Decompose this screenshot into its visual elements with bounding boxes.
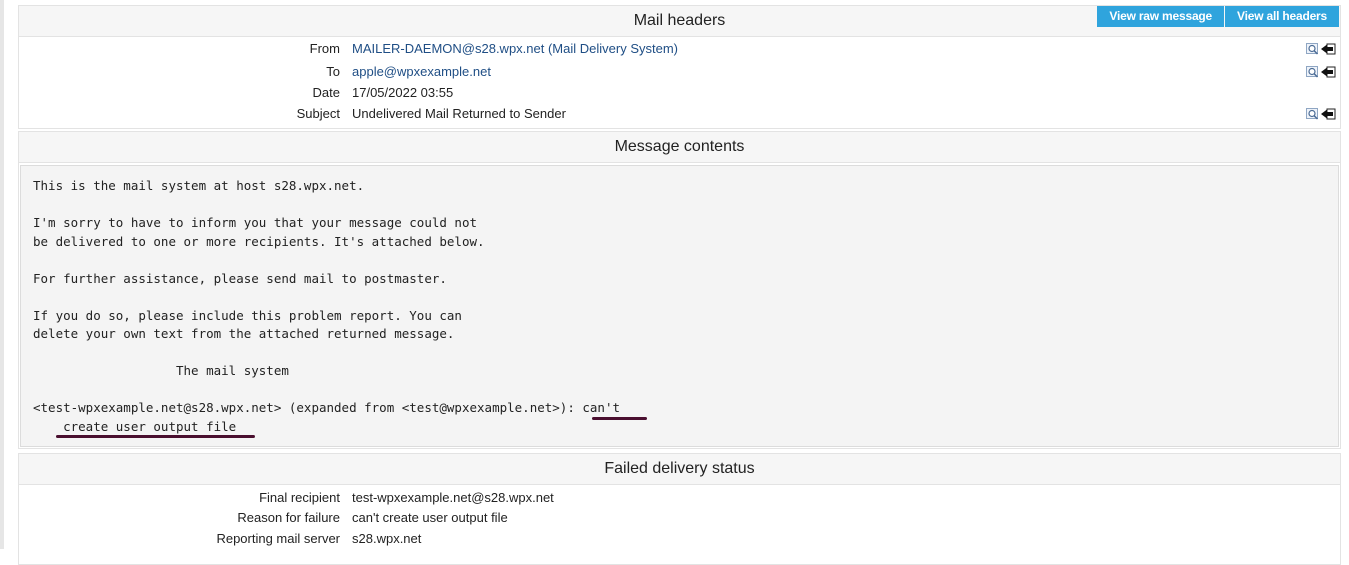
mail-headers-panel: Mail headers View raw message View all h… (18, 5, 1341, 129)
header-value[interactable]: MAILER-DAEMON@s28.wpx.net (Mail Delivery… (352, 41, 678, 56)
header-label: From (309, 41, 340, 56)
message-body-text: This is the mail system at host s28.wpx.… (33, 178, 620, 434)
message-contents-header: Message contents (19, 132, 1340, 163)
header-label: Date (312, 85, 340, 100)
search-icon[interactable] (1306, 66, 1320, 78)
status-value: can't create user output file (352, 510, 508, 525)
left-border (0, 0, 4, 549)
status-row: Final recipient test-wpxexample.net@s28.w… (19, 490, 1340, 510)
header-row-actions (1306, 43, 1336, 55)
message-contents-title: Message contents (614, 138, 745, 155)
search-icon[interactable] (1306, 43, 1320, 55)
failed-delivery-panel: Failed delivery status Final recipient te… (18, 453, 1341, 565)
status-row: Reason for failure can't create user outp… (19, 510, 1340, 530)
status-value: s28.wpx.net (352, 531, 422, 546)
message-body-box: This is the mail system at host s28.wpx.… (20, 165, 1339, 447)
header-row-from: From MAILER-DAEMON@s28.wpx.net (Mail Deli… (19, 41, 1340, 61)
annotation-underline (56, 435, 255, 438)
header-value: 17/05/2022 03:55 (352, 85, 454, 100)
view-raw-message-button[interactable]: View raw message (1097, 6, 1225, 27)
status-label: Reason for failure (237, 510, 340, 525)
status-value: test-wpxexample.net@s28.wpx.net (352, 490, 554, 505)
back-arrow-icon[interactable] (1320, 108, 1336, 120)
back-arrow-icon[interactable] (1320, 66, 1336, 78)
status-row: Reporting mail server s28.wpx.net (19, 531, 1340, 551)
header-label: To (326, 64, 340, 79)
header-value[interactable]: apple@wpxexample.net (352, 64, 491, 79)
header-label: Subject (296, 106, 340, 121)
header-row-actions (1306, 66, 1336, 78)
header-row-date: Date 17/05/2022 03:55 (19, 85, 1340, 105)
header-row-actions (1306, 108, 1336, 120)
mail-headers-header: Mail headers View raw message View all h… (19, 6, 1340, 37)
back-arrow-icon[interactable] (1320, 43, 1336, 55)
view-all-headers-button[interactable]: View all headers (1225, 6, 1339, 27)
header-row-to: To apple@wpxexample.net (19, 64, 1340, 84)
failed-delivery-title: Failed delivery status (604, 460, 755, 477)
mail-headers-title: Mail headers (633, 12, 726, 29)
message-contents-panel: Message contents This is the mail system… (18, 131, 1341, 449)
status-label: Final recipient (259, 490, 340, 505)
header-row-subject: Subject Undelivered Mail Returned to Send… (19, 106, 1340, 126)
status-label: Reporting mail server (216, 531, 340, 546)
failed-delivery-header: Failed delivery status (19, 454, 1340, 485)
header-value: Undelivered Mail Returned to Sender (352, 106, 566, 121)
search-icon[interactable] (1306, 108, 1320, 120)
annotation-underline (592, 417, 647, 420)
